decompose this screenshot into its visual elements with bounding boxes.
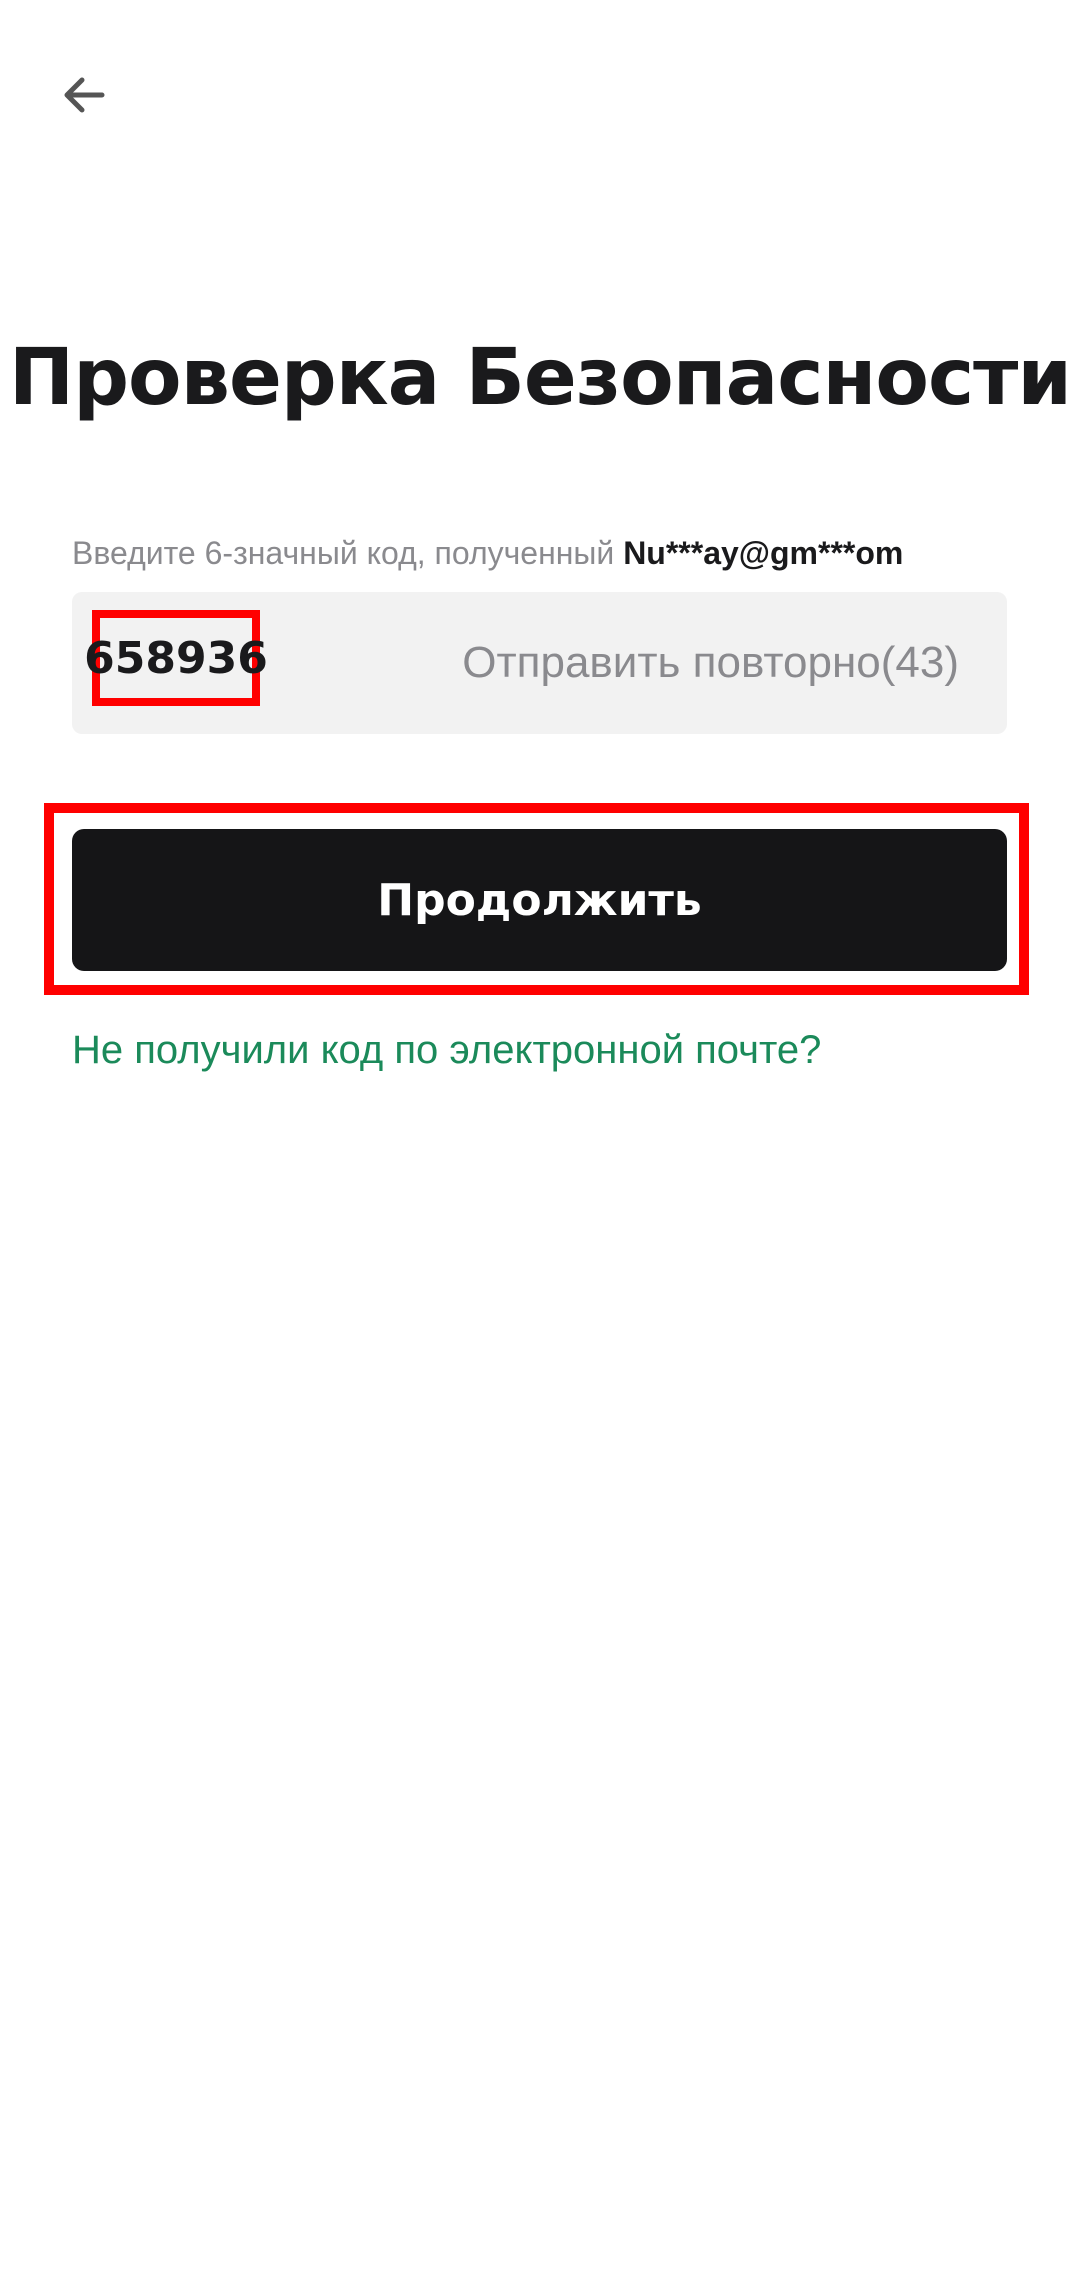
code-field: 658936 Отправить повторно(43) [72,592,1007,734]
page-title: Проверка Безопасности [8,333,1072,423]
arrow-left-icon [60,71,108,119]
back-button[interactable] [44,55,124,135]
masked-email: Nu***ay@gm***om [623,535,904,571]
code-hint: Введите 6-значный код, полученный Nu***a… [72,530,1032,576]
no-code-received-link[interactable]: Не получили код по электронной почте? [72,1020,821,1080]
continue-button[interactable]: Продолжить [72,829,1007,971]
resend-code-button[interactable]: Отправить повторно(43) [462,592,959,734]
verification-code-input[interactable]: 658936 [84,610,268,706]
code-hint-text: Введите 6-значный код, полученный [72,535,624,571]
